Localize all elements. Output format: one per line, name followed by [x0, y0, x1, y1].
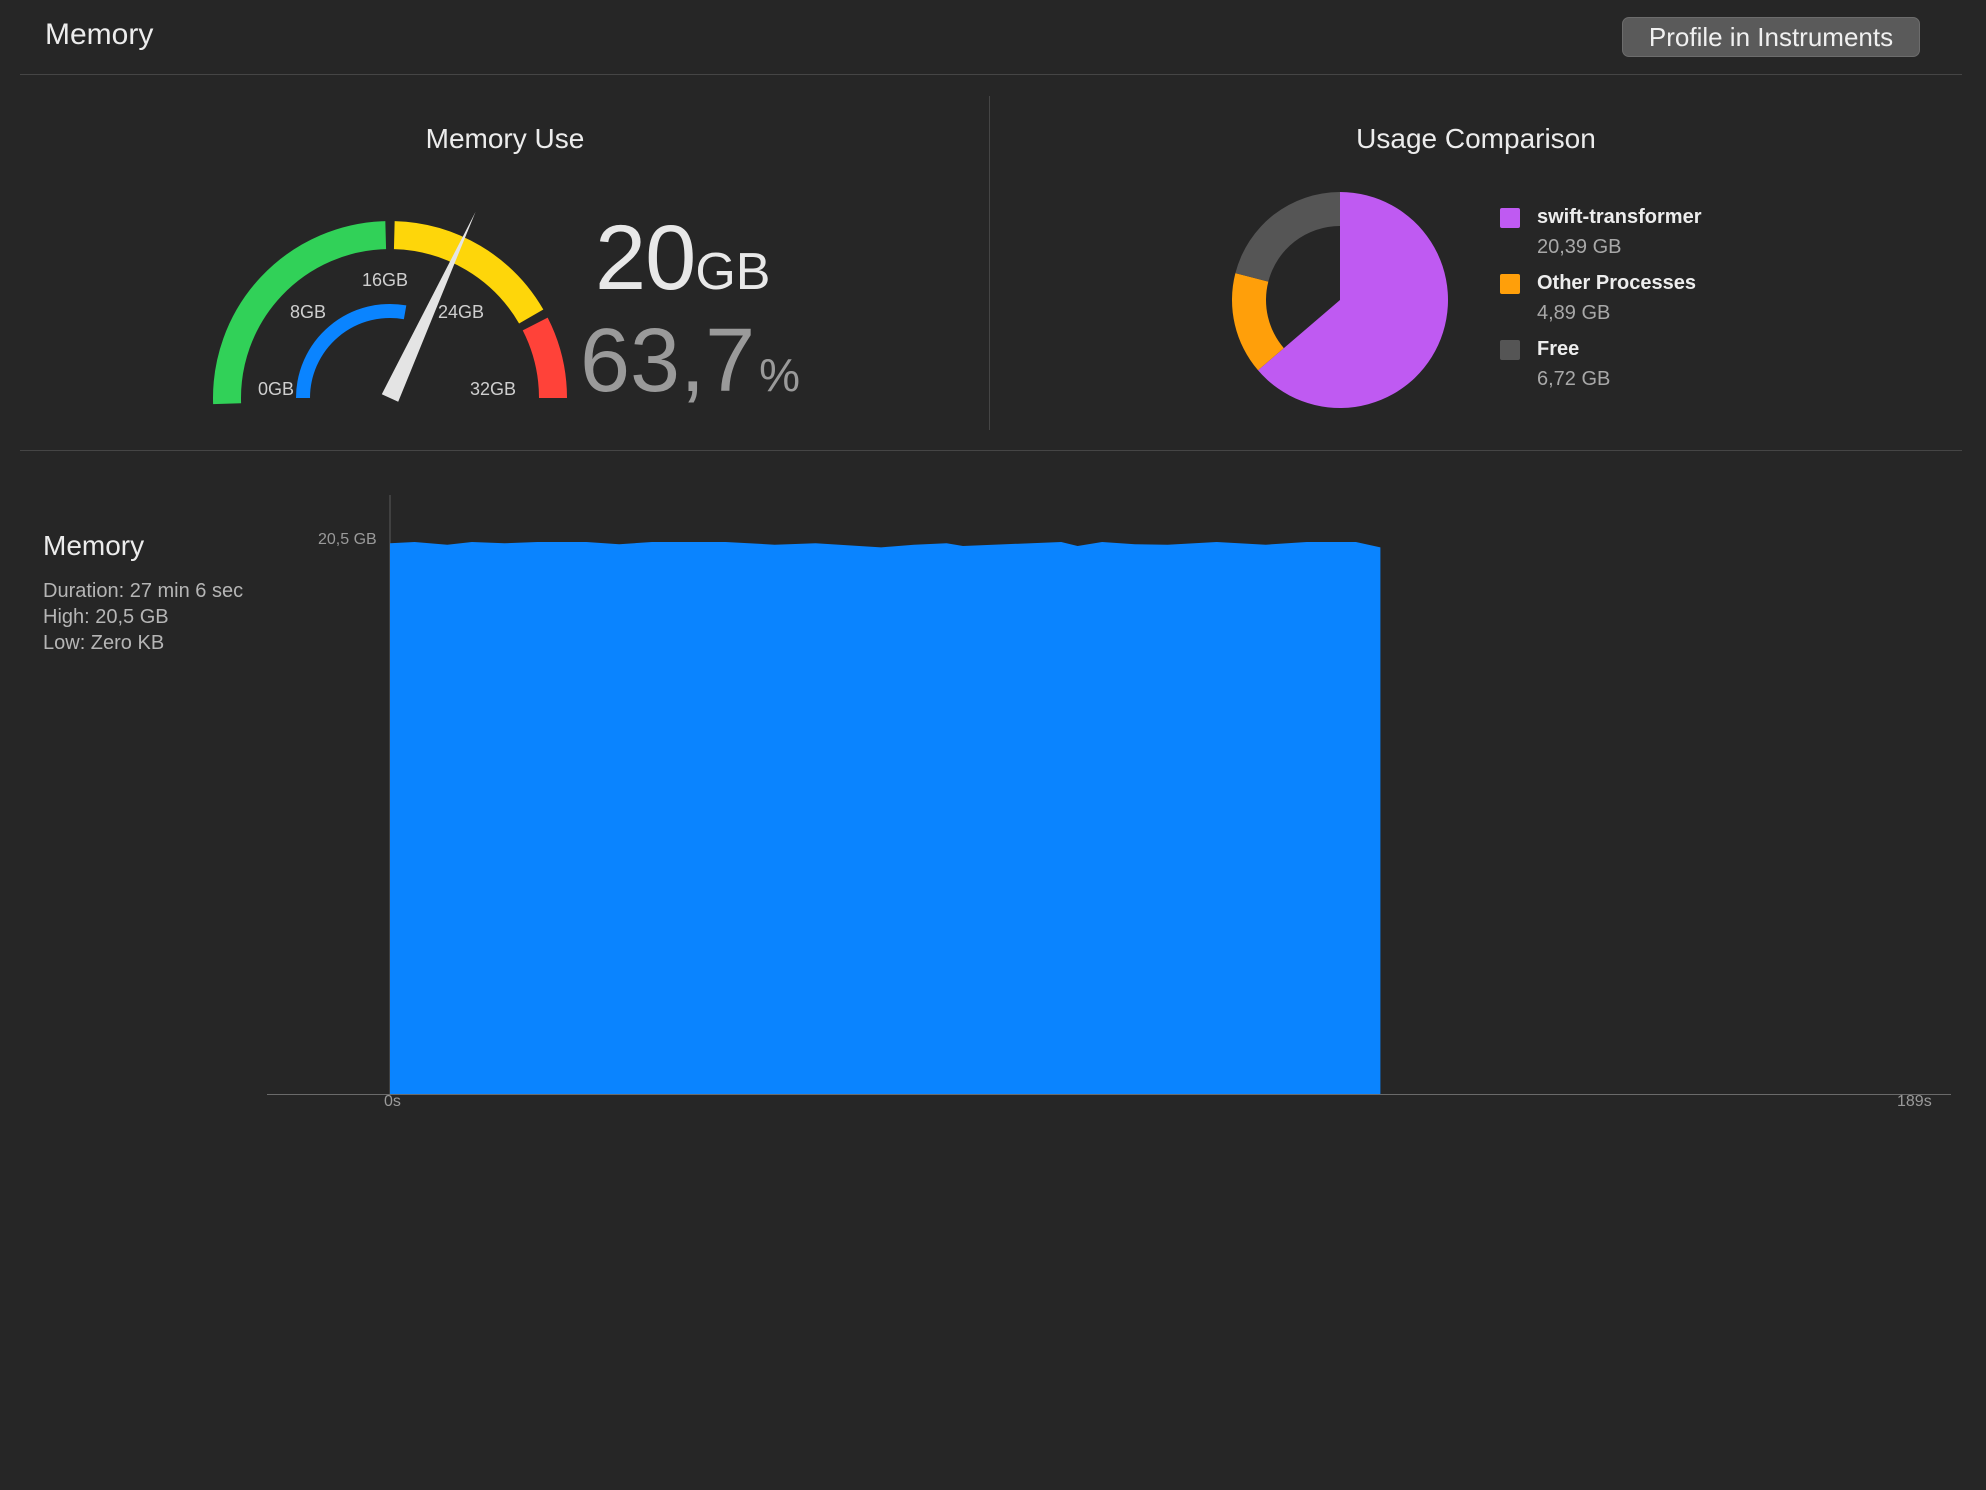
- memory-area-series[interactable]: [390, 542, 1381, 1094]
- memory-chart: [267, 495, 1951, 1095]
- y-axis-max-label: 20,5 GB: [318, 531, 377, 548]
- x-axis-start-label: 0s: [384, 1093, 401, 1110]
- x-axis-end-label: 189s: [1897, 1093, 1932, 1110]
